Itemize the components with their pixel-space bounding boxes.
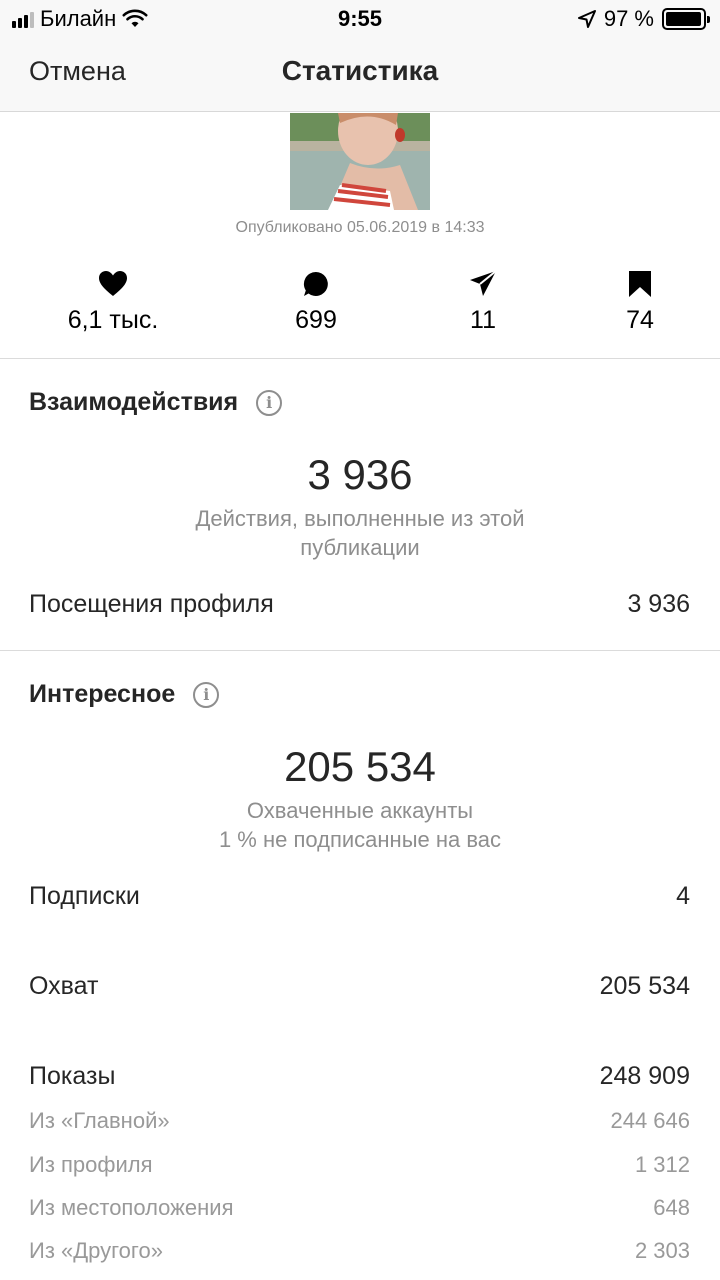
location-arrow-icon [577, 10, 596, 28]
divider [0, 650, 720, 651]
reach-caption-line2: 1 % не подписанные на вас [218, 827, 502, 852]
impressions-source-row: Из местоположения 648 [29, 1195, 690, 1221]
battery-percent: 97 % [603, 6, 654, 31]
status-bar: Билайн 9:55 97 % [0, 0, 720, 38]
cancel-button[interactable]: Отмена [29, 56, 126, 87]
published-date: Опубликовано 05.06.2019 в 14:33 [235, 219, 485, 236]
info-icon[interactable]: i [256, 389, 283, 416]
reach-row: Охват 205 534 [29, 972, 690, 1001]
source-value: 1 312 [634, 1152, 690, 1177]
reach-total: 205 534 [284, 743, 436, 790]
post-metrics: 6,1 тыс. 699 11 74 [0, 270, 720, 342]
impressions-row: Показы 248 909 [29, 1062, 690, 1091]
share-icon [470, 270, 497, 296]
source-value: 244 646 [610, 1108, 690, 1133]
source-value: 2 303 [634, 1238, 690, 1263]
info-icon[interactable]: i [193, 681, 220, 708]
discovery-title: Интересное [29, 680, 176, 708]
battery-icon [662, 8, 710, 30]
shares-count: 11 [470, 306, 496, 334]
impressions-source-row: Из «Другого» 2 303 [29, 1238, 690, 1264]
saves-count: 74 [626, 306, 654, 334]
divider [0, 358, 720, 359]
interactions-caption-line2: публикации [300, 535, 420, 560]
source-label: Из профиля [29, 1152, 153, 1177]
impressions-label: Показы [29, 1062, 116, 1090]
impressions-value: 248 909 [599, 1062, 690, 1090]
interactions-caption-line1: Действия, выполненные из этой [195, 506, 525, 531]
reach-label: Охват [29, 972, 99, 1000]
saves-metric: 74 [560, 270, 720, 335]
impressions-source-row: Из «Главной» 244 646 [29, 1108, 690, 1134]
reach-value: 205 534 [599, 972, 690, 1000]
post-photo [290, 113, 430, 210]
post-thumbnail[interactable] [290, 113, 430, 210]
interactions-title: Взаимодействия [29, 388, 239, 416]
interactions-total: 3 936 [307, 451, 413, 498]
follows-value: 4 [676, 882, 690, 910]
profile-visits-label: Посещения профиля [29, 590, 274, 618]
source-label: Из местоположения [29, 1195, 234, 1220]
follows-label: Подписки [29, 882, 140, 910]
discovery-title-row: Интересное i [29, 680, 220, 709]
comment-icon [303, 271, 328, 296]
source-value: 648 [653, 1195, 690, 1220]
follows-row: Подписки 4 [29, 882, 690, 911]
source-label: Из «Другого» [29, 1238, 163, 1263]
shares-metric: 11 [403, 270, 563, 335]
nav-bar: Отмена Статистика [0, 38, 720, 112]
profile-visits-row: Посещения профиля 3 936 [29, 590, 690, 619]
interactions-title-row: Взаимодействия i [29, 388, 283, 417]
battery-level [666, 12, 701, 26]
profile-visits-value: 3 936 [627, 590, 690, 618]
heart-icon [99, 271, 127, 296]
source-label: Из «Главной» [29, 1108, 170, 1133]
impressions-source-row: Из профиля 1 312 [29, 1152, 690, 1178]
reach-caption-line1: Охваченные аккаунты [246, 798, 474, 823]
status-right: 97 % [577, 6, 710, 32]
likes-metric: 6,1 тыс. [33, 270, 193, 335]
likes-count: 6,1 тыс. [67, 306, 159, 334]
bookmark-icon [629, 271, 651, 297]
comments-metric: 699 [236, 270, 396, 335]
comments-count: 699 [295, 306, 337, 334]
